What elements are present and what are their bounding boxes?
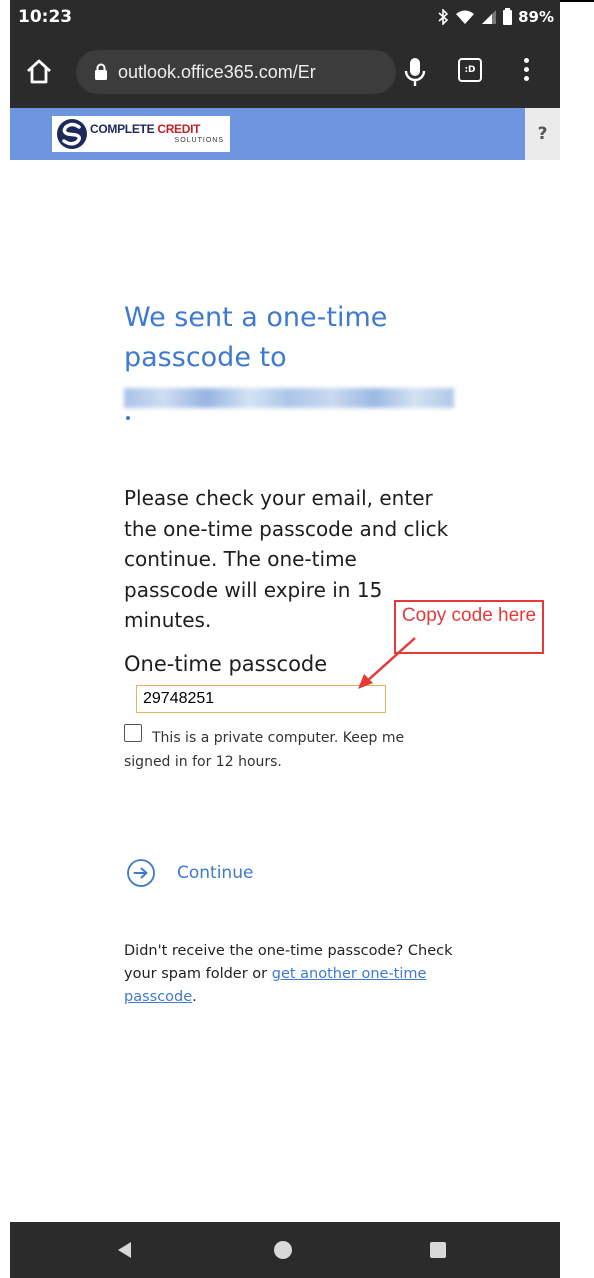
signal-icon bbox=[482, 10, 497, 24]
logo-mark-icon bbox=[57, 119, 87, 149]
bluetooth-icon bbox=[438, 9, 449, 25]
redacted-email bbox=[124, 388, 454, 408]
recents-icon[interactable] bbox=[430, 1242, 446, 1258]
phone-screen: 10:23 89% outlook.office365.com/Er :D CO… bbox=[10, 0, 560, 1278]
page-title: We sent a one-time passcode to bbox=[124, 302, 388, 373]
wifi-icon bbox=[456, 10, 475, 24]
top-edge-line bbox=[560, 0, 594, 2]
status-icons: 89% bbox=[437, 7, 554, 26]
annotation-arrow-icon bbox=[358, 637, 416, 689]
tabs-icon[interactable]: :D bbox=[458, 58, 484, 84]
status-bar: 10:23 89% bbox=[10, 0, 560, 36]
logo-subtext: SOLUTIONS bbox=[174, 137, 224, 144]
url-bar[interactable]: outlook.office365.com/Er bbox=[76, 50, 396, 94]
microphone-icon[interactable] bbox=[398, 54, 432, 90]
browser-toolbar: outlook.office365.com/Er :D bbox=[10, 36, 560, 108]
battery-icon bbox=[503, 7, 513, 25]
private-computer-label: This is a private computer. Keep me sign… bbox=[124, 730, 405, 770]
continue-arrow-icon[interactable] bbox=[126, 858, 156, 888]
logo-text: COMPLETE CREDIT bbox=[90, 122, 201, 136]
home-circle-icon[interactable] bbox=[274, 1241, 292, 1259]
brand-header: COMPLETE CREDIT SOLUTIONS bbox=[10, 108, 525, 160]
email-suffix bbox=[126, 416, 130, 420]
url-text: outlook.office365.com/Er bbox=[118, 62, 316, 82]
lock-icon bbox=[95, 63, 107, 80]
resend-help-text: Didn't receive the one-time passcode? Ch… bbox=[124, 940, 464, 1009]
home-icon[interactable] bbox=[24, 56, 54, 86]
help-button[interactable]: ? bbox=[525, 108, 560, 160]
tab-count: :D bbox=[458, 58, 482, 82]
resend-help-suffix: . bbox=[192, 989, 197, 1005]
back-icon[interactable] bbox=[115, 1240, 135, 1260]
overflow-menu-icon[interactable] bbox=[516, 54, 536, 90]
battery-percent: 89% bbox=[518, 8, 554, 26]
company-logo: COMPLETE CREDIT SOLUTIONS bbox=[52, 116, 230, 152]
passcode-label: One-time passcode bbox=[124, 652, 328, 676]
system-nav-bar bbox=[10, 1222, 560, 1278]
status-time: 10:23 bbox=[18, 7, 73, 27]
continue-button[interactable]: Continue bbox=[177, 863, 253, 883]
